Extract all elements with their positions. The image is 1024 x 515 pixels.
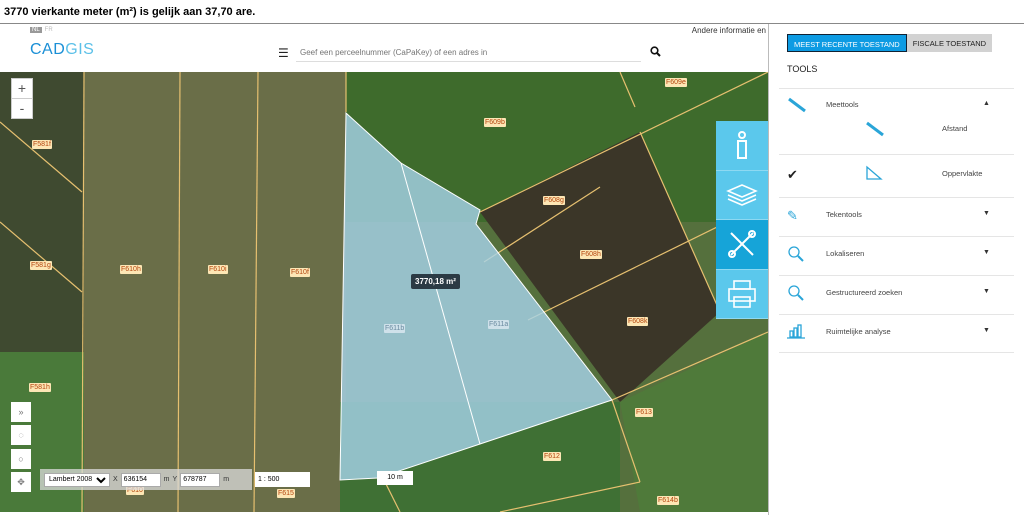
chart-icon [787, 324, 805, 339]
checkmark-icon: ✔ [787, 167, 798, 182]
tool-label: Gestructureerd zoeken [826, 288, 903, 297]
parcel-label: F610h [120, 265, 142, 274]
logo-cad: CAD [30, 41, 66, 58]
scale-input[interactable]: 1 : 500 [255, 472, 310, 487]
chevron-up-icon[interactable]: ▲ [983, 100, 990, 107]
lang-fr[interactable]: FR [45, 27, 53, 33]
tool-label: Tekentools [826, 210, 862, 219]
header: NL FR Andere informatie en CADGIS ☰ [0, 24, 768, 72]
parcel-label: F608k [627, 317, 649, 326]
parcel-label: F611b [384, 324, 406, 333]
parcel-label: F610i [208, 265, 228, 274]
chevron-down-icon[interactable]: ▼ [983, 210, 990, 217]
tool-label: Lokaliseren [826, 249, 865, 258]
x-unit: m [163, 476, 170, 483]
chevron-down-icon[interactable]: ▼ [983, 249, 990, 256]
x-label: X [113, 476, 118, 483]
tool-gestructureerd-zoeken[interactable]: Gestructureerd zoeken ▼ [779, 275, 1014, 314]
parcel-label: F611a [488, 320, 510, 329]
tool-ruimtelijke-analyse[interactable]: Ruimtelijke analyse ▼ [779, 314, 1014, 353]
print-button[interactable] [716, 269, 768, 319]
language-switch: NL FR [30, 27, 53, 33]
set-square-icon [866, 165, 883, 180]
info-icon [737, 131, 747, 160]
tool-afstand[interactable]: Afstand [942, 124, 967, 133]
tool-oppervlakte[interactable]: ✔ Oppervlakte [779, 154, 1014, 197]
tool-tekentools[interactable]: ✎ Tekentools ▼ [779, 197, 1014, 236]
ruler-icon [788, 97, 806, 113]
ruler-icon [866, 121, 884, 137]
parcel-label: F608h [580, 250, 602, 259]
caption: 3770 vierkante meter (m²) is gelijk aan … [4, 6, 256, 18]
locate-icon[interactable]: ○ [11, 449, 31, 469]
tool-label: Oppervlakte [942, 169, 983, 178]
tools-icon [728, 230, 756, 259]
parcel-label: F581f [32, 140, 52, 149]
tool-label: Ruimtelijke analyse [826, 327, 891, 336]
x-coordinate-input[interactable] [120, 472, 161, 487]
search-icon [788, 285, 804, 301]
parcel-label: F615 [277, 489, 295, 498]
info-button[interactable] [716, 121, 768, 171]
layers-icon [726, 183, 758, 206]
measurement-tooltip: 3770,18 m² [411, 274, 460, 289]
printer-icon [728, 279, 756, 308]
lasso-icon[interactable]: ◌ [11, 425, 31, 445]
tab-fiscal-state[interactable]: FISCALE TOESTAND [906, 34, 993, 52]
locate-icon [788, 246, 804, 262]
parcel-label: F581g [30, 261, 52, 270]
search-icon[interactable] [650, 46, 661, 57]
search-input[interactable] [296, 44, 641, 62]
parcel-label: F609b [484, 118, 506, 127]
tab-recent-state[interactable]: MEEST RECENTE TOESTAND [787, 34, 907, 52]
other-info-link[interactable]: Andere informatie en [692, 26, 766, 35]
zoom-out-button[interactable]: - [11, 98, 33, 119]
logo-gis: GIS [65, 41, 95, 58]
y-label: Y [172, 476, 178, 483]
pen-icon: ✎ [787, 208, 798, 223]
lang-nl[interactable]: NL [30, 27, 42, 33]
tool-label: Meettools [826, 100, 859, 109]
state-tabs: MEEST RECENTE TOESTAND FISCALE TOESTAND [787, 34, 993, 52]
tools-title: TOOLS [787, 64, 818, 74]
parcel-label: F614b [657, 496, 679, 505]
sidebar: MEEST RECENTE TOESTAND FISCALE TOESTAND … [768, 24, 1024, 515]
tool-lokaliseren[interactable]: Lokaliseren ▼ [779, 236, 1014, 275]
aerial-image [0, 72, 768, 512]
menu-icon[interactable]: ☰ [278, 46, 289, 60]
coordinate-bar: Lambert 2008 X m Y m [40, 469, 252, 490]
parcel-label: F609e [665, 78, 687, 87]
parcel-label: F613 [635, 408, 653, 417]
side-buttons [716, 121, 768, 319]
layers-button[interactable] [716, 170, 768, 220]
logo[interactable]: CADGIS [30, 41, 94, 59]
zoom-in-button[interactable]: + [11, 78, 33, 99]
y-coordinate-input[interactable] [180, 472, 221, 487]
map[interactable]: F609e F609b F608g F608h F608k F613 F612 … [0, 72, 768, 512]
chevron-down-icon[interactable]: ▼ [983, 327, 990, 334]
projection-select[interactable]: Lambert 2008 [44, 472, 110, 487]
parcel-label: F612 [543, 452, 561, 461]
expand-button[interactable]: » [11, 402, 31, 422]
parcel-label: F610f [290, 268, 310, 277]
parcel-label: F581h [29, 383, 51, 392]
parcel-label: F608g [543, 196, 565, 205]
tool-meettools[interactable]: Meettools ▲ Afstand [779, 88, 1014, 154]
scale-bar: 10 m [377, 471, 413, 485]
tools-button[interactable] [716, 220, 768, 270]
y-unit: m [223, 476, 230, 483]
pan-icon[interactable]: ✥ [11, 472, 31, 492]
chevron-down-icon[interactable]: ▼ [983, 288, 990, 295]
